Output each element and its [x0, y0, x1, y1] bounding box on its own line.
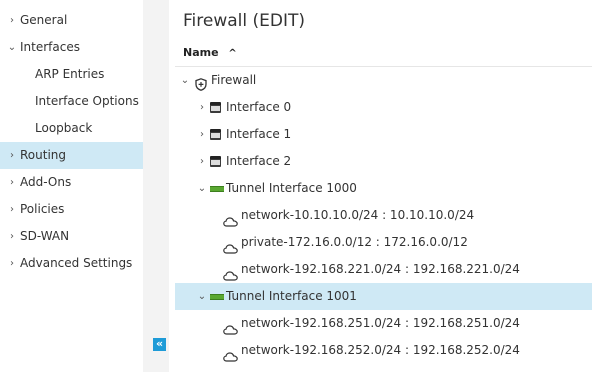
tree-node-label: network-192.168.252.0/24 : 192.168.252.0… — [241, 343, 520, 357]
sidebar-item-sd-wan[interactable]: › SD-WAN — [0, 223, 143, 250]
tree-node-label: network-10.10.10.0/24 : 10.10.10.0/24 — [241, 208, 475, 222]
tree-node-network[interactable]: network-192.168.221.0/24 : 192.168.221.0… — [175, 256, 592, 283]
tunnel-icon — [210, 186, 224, 192]
interface-icon — [210, 129, 221, 140]
sidebar-gutter — [143, 0, 169, 372]
tree-node-label: Tunnel Interface 1001 — [226, 289, 357, 303]
sidebar-item-routing[interactable]: › Routing — [0, 142, 143, 169]
sidebar-item-label: Interfaces — [20, 40, 80, 54]
sidebar-item-label: General — [20, 13, 68, 27]
chevron-right-icon[interactable]: › — [197, 148, 207, 175]
sidebar-item-label: Advanced Settings — [20, 256, 133, 270]
tree-node-interface-1[interactable]: › Interface 1 — [175, 121, 592, 148]
tree-node-interface-2[interactable]: › Interface 2 — [175, 148, 592, 175]
tree-node-label: network-192.168.221.0/24 : 192.168.221.0… — [241, 262, 520, 276]
interface-icon — [210, 156, 221, 167]
tree-node-label: Interface 0 — [226, 100, 292, 114]
sort-ascending-icon: ^ — [228, 48, 237, 59]
sidebar-item-label: Policies — [20, 202, 65, 216]
sidebar-item-policies[interactable]: › Policies — [0, 196, 143, 223]
column-header-name[interactable]: Name ^ — [183, 44, 237, 62]
tree-node-label: Interface 1 — [226, 127, 292, 141]
chevron-right-icon: › — [10, 150, 14, 161]
cloud-icon — [223, 345, 238, 372]
interface-icon — [210, 102, 221, 113]
main-panel: Firewall (EDIT) Name ^ ⌄ Firewall › Inte… — [175, 0, 592, 372]
chevron-right-icon: › — [10, 258, 14, 269]
tree-node-tunnel-interface-1001[interactable]: ⌄ Tunnel Interface 1001 — [175, 283, 592, 310]
sidebar-item-label: Routing — [20, 148, 67, 162]
tree-node-network[interactable]: network-10.10.10.0/24 : 10.10.10.0/24 — [175, 202, 592, 229]
sidebar-item-loopback[interactable]: Loopback — [0, 115, 143, 142]
tree-node-network[interactable]: network-192.168.252.0/24 : 192.168.252.0… — [175, 337, 592, 364]
tree-node-firewall[interactable]: ⌄ Firewall — [175, 67, 592, 94]
chevron-right-icon: › — [10, 231, 14, 242]
tree-node-label: Interface 2 — [226, 154, 292, 168]
sidebar-item-add-ons[interactable]: › Add-Ons — [0, 169, 143, 196]
sidebar-item-label: Interface Options — [35, 94, 139, 108]
sidebar-item-interface-options[interactable]: Interface Options — [0, 88, 143, 115]
chevron-right-icon[interactable]: › — [197, 121, 207, 148]
chevron-right-icon: › — [10, 15, 14, 26]
chevron-down-icon[interactable]: ⌄ — [180, 67, 190, 94]
tunnel-icon — [210, 294, 224, 300]
sidebar-item-advanced-settings[interactable]: › Advanced Settings — [0, 250, 143, 277]
chevron-down-icon: ⌄ — [7, 42, 17, 53]
tree-node-label: Firewall — [211, 73, 257, 87]
chevron-right-icon: › — [10, 204, 14, 215]
sidebar-item-label: SD-WAN — [20, 229, 70, 243]
tree-node-label: network-192.168.251.0/24 : 192.168.251.0… — [241, 316, 520, 330]
sidebar: › General ⌄ Interfaces ARP Entries Inter… — [0, 0, 143, 372]
tree-node-label: private-172.16.0.0/12 : 172.16.0.0/12 — [241, 235, 468, 249]
sidebar-item-general[interactable]: › General — [0, 7, 143, 34]
sidebar-item-label: Loopback — [35, 121, 93, 135]
collapse-sidebar-button[interactable]: « — [153, 338, 166, 351]
column-header-label: Name — [183, 46, 219, 59]
tree-node-network[interactable]: private-172.16.0.0/12 : 172.16.0.0/12 — [175, 229, 592, 256]
chevron-down-icon[interactable]: ⌄ — [197, 175, 207, 202]
sidebar-item-label: ARP Entries — [35, 67, 105, 81]
sidebar-item-interfaces[interactable]: ⌄ Interfaces — [0, 34, 143, 61]
tree-node-network[interactable]: network-192.168.251.0/24 : 192.168.251.0… — [175, 310, 592, 337]
chevron-right-icon: › — [10, 177, 14, 188]
tree-node-interface-0[interactable]: › Interface 0 — [175, 94, 592, 121]
tree-node-tunnel-interface-1000[interactable]: ⌄ Tunnel Interface 1000 — [175, 175, 592, 202]
chevron-right-icon[interactable]: › — [197, 94, 207, 121]
sidebar-item-arp-entries[interactable]: ARP Entries — [0, 61, 143, 88]
chevron-down-icon[interactable]: ⌄ — [197, 283, 207, 310]
tree-node-label: Tunnel Interface 1000 — [226, 181, 357, 195]
sidebar-item-label: Add-Ons — [20, 175, 72, 189]
page-title: Firewall (EDIT) — [183, 11, 306, 31]
